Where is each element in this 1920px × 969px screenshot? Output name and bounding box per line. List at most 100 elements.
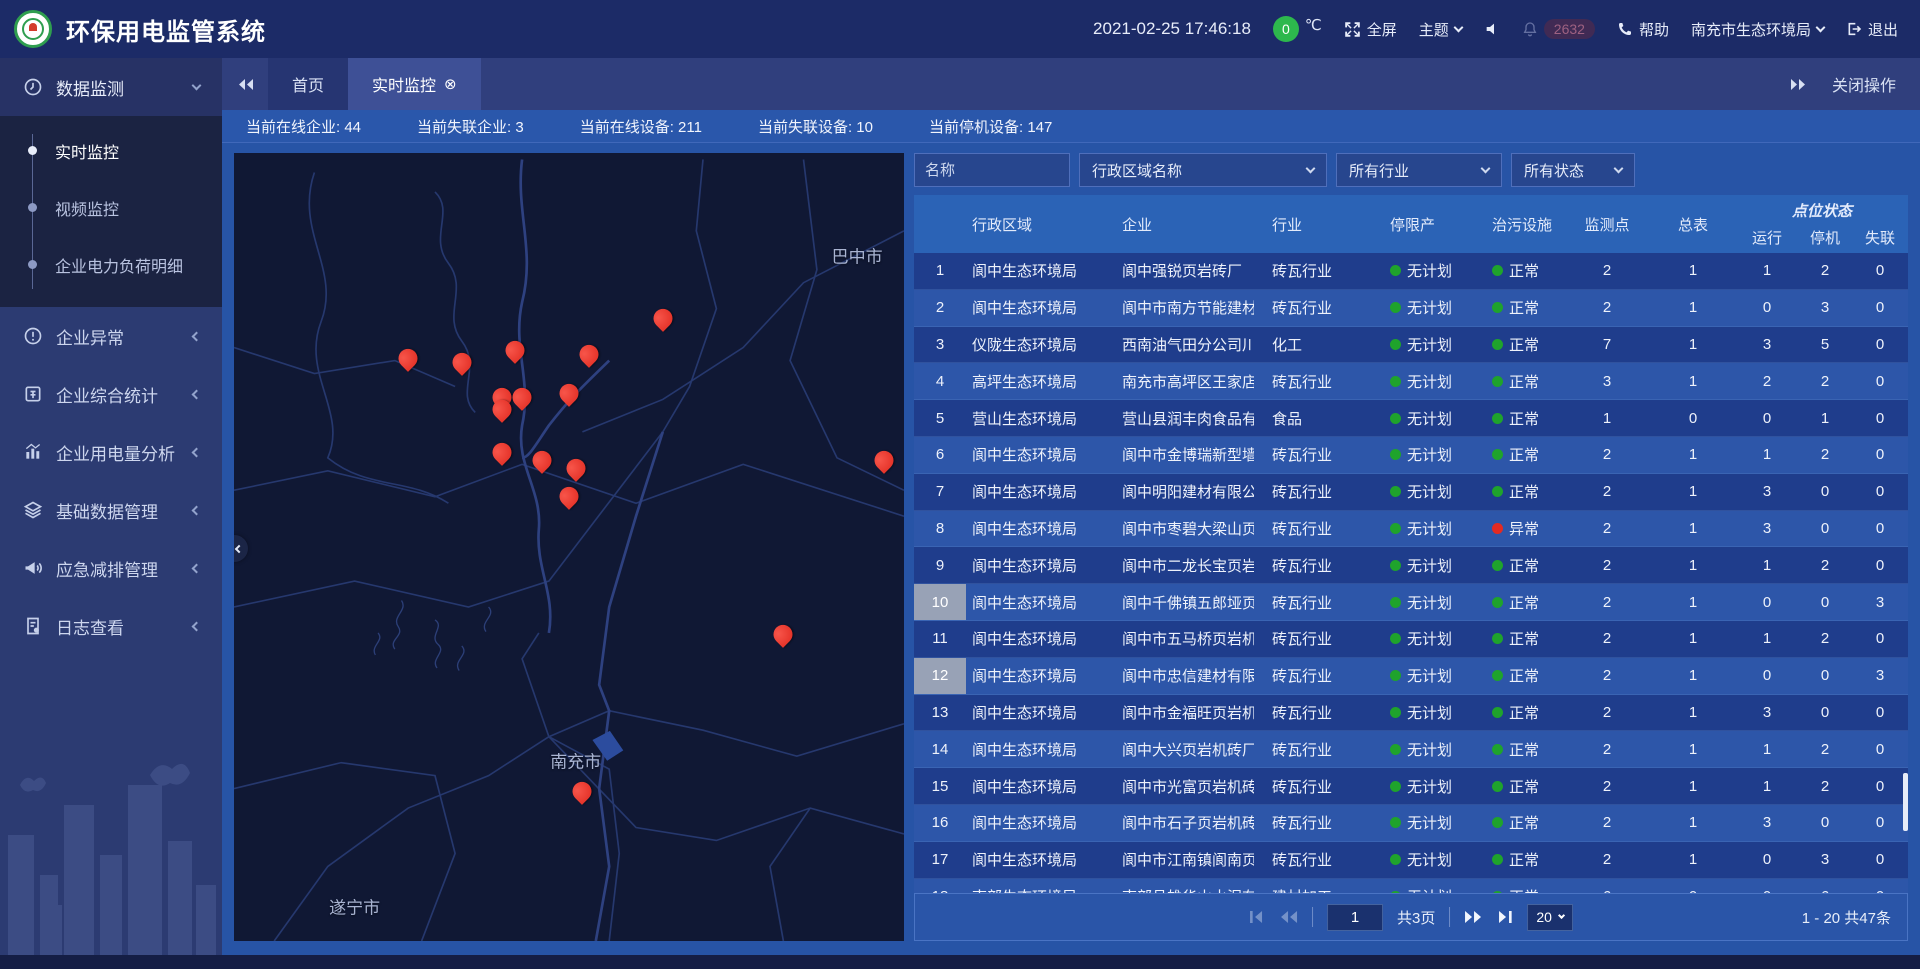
table-row[interactable]: 3仪陇生态环境局西南油气田分公司川中化工无计划正常71350 bbox=[914, 327, 1908, 364]
fullscreen-button[interactable]: 全屏 bbox=[1344, 19, 1397, 40]
table-row[interactable]: 12阆中生态环境局阆中市忠信建材有限公砖瓦行业无计划正常21003 bbox=[914, 658, 1908, 695]
cell-facility-status: 异常 bbox=[1468, 518, 1564, 539]
stat-当前停机设备: 当前停机设备: 147 bbox=[929, 116, 1052, 137]
row-index: 18 bbox=[914, 879, 966, 893]
cell-facility-status: 正常 bbox=[1468, 776, 1564, 797]
help-button[interactable]: 帮助 bbox=[1617, 19, 1669, 40]
table-row[interactable]: 17阆中生态环境局阆中市江南镇阆南页岩砖瓦行业无计划正常21030 bbox=[914, 842, 1908, 879]
cell-run: 0 bbox=[1736, 410, 1798, 427]
cell-lost: 0 bbox=[1852, 851, 1908, 868]
logout-button[interactable]: 退出 bbox=[1846, 19, 1898, 40]
first-page-button[interactable] bbox=[1249, 910, 1265, 924]
scrollbar-thumb[interactable] bbox=[1903, 773, 1908, 831]
sidebar-item-data-monitoring[interactable]: 数据监测 bbox=[0, 58, 222, 116]
table-row[interactable]: 7阆中生态环境局阆中明阳建材有限公司砖瓦行业无计划正常21300 bbox=[914, 474, 1908, 511]
sidebar-subitem-realtime-monitor[interactable]: 实时监控 bbox=[0, 122, 222, 179]
table-row[interactable]: 9阆中生态环境局阆中市二龙长宝页岩砖砖瓦行业无计划正常21120 bbox=[914, 547, 1908, 584]
table-row[interactable]: 4高坪生态环境局南充市高坪区王家店建砖瓦行业无计划正常31220 bbox=[914, 363, 1908, 400]
sidebar-item-log-view[interactable]: 日志查看 bbox=[0, 597, 222, 655]
app-header: 环保用电监管系统 2021-02-25 17:46:18 0 ℃ 全屏 主题 2… bbox=[0, 0, 1920, 58]
log-icon bbox=[22, 615, 44, 637]
status-dot-icon bbox=[1492, 670, 1503, 681]
fullscreen-icon bbox=[1344, 21, 1361, 38]
cell-company: 西南油气田分公司川中 bbox=[1106, 334, 1254, 355]
col-industry: 行业 bbox=[1254, 214, 1370, 235]
sidebar-item-base-data[interactable]: 基础数据管理 bbox=[0, 481, 222, 539]
table-row[interactable]: 13阆中生态环境局阆中市金福旺页岩机砖砖瓦行业无计划正常21300 bbox=[914, 695, 1908, 732]
next-page-button[interactable] bbox=[1464, 910, 1483, 924]
table-row[interactable]: 6阆中生态环境局阆中市金博瑞新型墙材砖瓦行业无计划正常21120 bbox=[914, 437, 1908, 474]
page-size-select[interactable]: 20 bbox=[1527, 904, 1573, 931]
row-index: 12 bbox=[914, 658, 966, 694]
cell-lost: 0 bbox=[1852, 446, 1908, 463]
cell-region: 阆中生态环境局 bbox=[966, 628, 1106, 649]
tab-首页[interactable]: 首页 bbox=[268, 58, 348, 110]
org-dropdown[interactable]: 南充市生态环境局 bbox=[1691, 19, 1824, 40]
status-dot-icon bbox=[1492, 854, 1503, 865]
cell-production-status: 无计划 bbox=[1370, 555, 1468, 576]
sidebar-subitem-power-load-detail[interactable]: 企业电力负荷明细 bbox=[0, 236, 222, 293]
status-dot-icon bbox=[1390, 781, 1401, 792]
cell-lost: 0 bbox=[1852, 557, 1908, 574]
prev-page-button[interactable] bbox=[1279, 910, 1298, 924]
cell-facility-status: 正常 bbox=[1468, 371, 1564, 392]
table-row[interactable]: 2阆中生态环境局阆中市南方节能建材有砖瓦行业无计划正常21030 bbox=[914, 290, 1908, 327]
cell-company: 阆中千佛镇五郎垭页岩 bbox=[1106, 592, 1254, 613]
chevron-down-icon bbox=[1306, 163, 1316, 173]
cell-region: 阆中生态环境局 bbox=[966, 812, 1106, 833]
name-filter-input[interactable] bbox=[914, 153, 1070, 187]
tab-close-icon[interactable]: ⊗ bbox=[444, 77, 457, 92]
org-label: 南充市生态环境局 bbox=[1691, 19, 1811, 40]
tabs-scroll-left-icon[interactable] bbox=[222, 58, 268, 110]
col-run: 运行 bbox=[1736, 227, 1798, 248]
tabs-scroll-right-icon[interactable] bbox=[1776, 78, 1822, 91]
cell-company: 阆中明阳建材有限公司 bbox=[1106, 481, 1254, 502]
page-number-input[interactable] bbox=[1327, 904, 1383, 931]
notification-badge: 2632 bbox=[1544, 19, 1595, 39]
cell-region: 阆中生态环境局 bbox=[966, 776, 1106, 797]
cell-monitor: 2 bbox=[1564, 741, 1650, 758]
table-row[interactable]: 8阆中生态环境局阆中市枣碧大梁山页岩砖瓦行业无计划异常21300 bbox=[914, 511, 1908, 548]
map-panel[interactable]: 巴中市南充市遂宁市 bbox=[234, 153, 904, 941]
sidebar-item-enterprise-abnormal[interactable]: 企业异常 bbox=[0, 307, 222, 365]
table-row[interactable]: 15阆中生态环境局阆中市光富页岩机砖厂砖瓦行业无计划正常21120 bbox=[914, 768, 1908, 805]
table-row[interactable]: 11阆中生态环境局阆中市五马桥页岩机砖砖瓦行业无计划正常21120 bbox=[914, 621, 1908, 658]
table-row[interactable]: 18南部生态环境局南部县雄华山水泥有限建材加工无计划正常60060 bbox=[914, 879, 1908, 893]
app-logo-icon bbox=[14, 10, 52, 48]
theme-dropdown[interactable]: 主题 bbox=[1419, 19, 1462, 40]
sidebar-item-enterprise-stats[interactable]: 企业综合统计 bbox=[0, 365, 222, 423]
industry-select[interactable]: 所有行业 bbox=[1336, 153, 1502, 187]
tab-bar: 首页实时监控⊗ 关闭操作 bbox=[222, 58, 1920, 110]
sidebar-subitem-video-monitor[interactable]: 视频监控 bbox=[0, 179, 222, 236]
row-index: 5 bbox=[914, 400, 966, 436]
sidebar-item-emergency-reduction[interactable]: 应急减排管理 bbox=[0, 539, 222, 597]
tab-实时监控[interactable]: 实时监控⊗ bbox=[348, 58, 481, 110]
cell-run: 2 bbox=[1736, 373, 1798, 390]
table-header: 行政区域 企业 行业 停限产 治污设施 监测点 总表 点位状态 运行 bbox=[914, 195, 1908, 253]
cell-industry: 砖瓦行业 bbox=[1254, 849, 1370, 870]
notifications-button[interactable]: 2632 bbox=[1522, 19, 1595, 39]
status-dot-icon bbox=[1492, 523, 1503, 534]
table-row[interactable]: 10阆中生态环境局阆中千佛镇五郎垭页岩砖瓦行业无计划正常21003 bbox=[914, 584, 1908, 621]
datetime-label: 2021-02-25 17:46:18 bbox=[1093, 19, 1251, 39]
table-row[interactable]: 14阆中生态环境局阆中大兴页岩机砖厂砖瓦行业无计划正常21120 bbox=[914, 731, 1908, 768]
cell-monitor: 2 bbox=[1564, 262, 1650, 279]
sidebar-item-power-analysis[interactable]: 企业用电量分析 bbox=[0, 423, 222, 481]
mute-button[interactable] bbox=[1484, 21, 1500, 37]
status-dot-icon bbox=[1390, 265, 1401, 276]
table-row[interactable]: 1阆中生态环境局阆中强锐页岩砖厂砖瓦行业无计划正常21120 bbox=[914, 253, 1908, 290]
cell-industry: 砖瓦行业 bbox=[1254, 739, 1370, 760]
cell-monitor: 2 bbox=[1564, 520, 1650, 537]
last-page-button[interactable] bbox=[1497, 910, 1513, 924]
cell-meter: 1 bbox=[1650, 299, 1736, 316]
cell-stop: 2 bbox=[1798, 262, 1852, 279]
status-select[interactable]: 所有状态 bbox=[1511, 153, 1635, 187]
table-row[interactable]: 16阆中生态环境局阆中市石子页岩机砖厂砖瓦行业无计划正常21300 bbox=[914, 805, 1908, 842]
cell-stop: 1 bbox=[1798, 410, 1852, 427]
region-select[interactable]: 行政区域名称 bbox=[1079, 153, 1327, 187]
cell-facility-status: 正常 bbox=[1468, 628, 1564, 649]
cell-region: 高坪生态环境局 bbox=[966, 371, 1106, 392]
cell-industry: 砖瓦行业 bbox=[1254, 481, 1370, 502]
table-row[interactable]: 5营山生态环境局营山县润丰肉食品有限食品无计划正常10010 bbox=[914, 400, 1908, 437]
close-operations-button[interactable]: 关闭操作 bbox=[1832, 72, 1896, 96]
